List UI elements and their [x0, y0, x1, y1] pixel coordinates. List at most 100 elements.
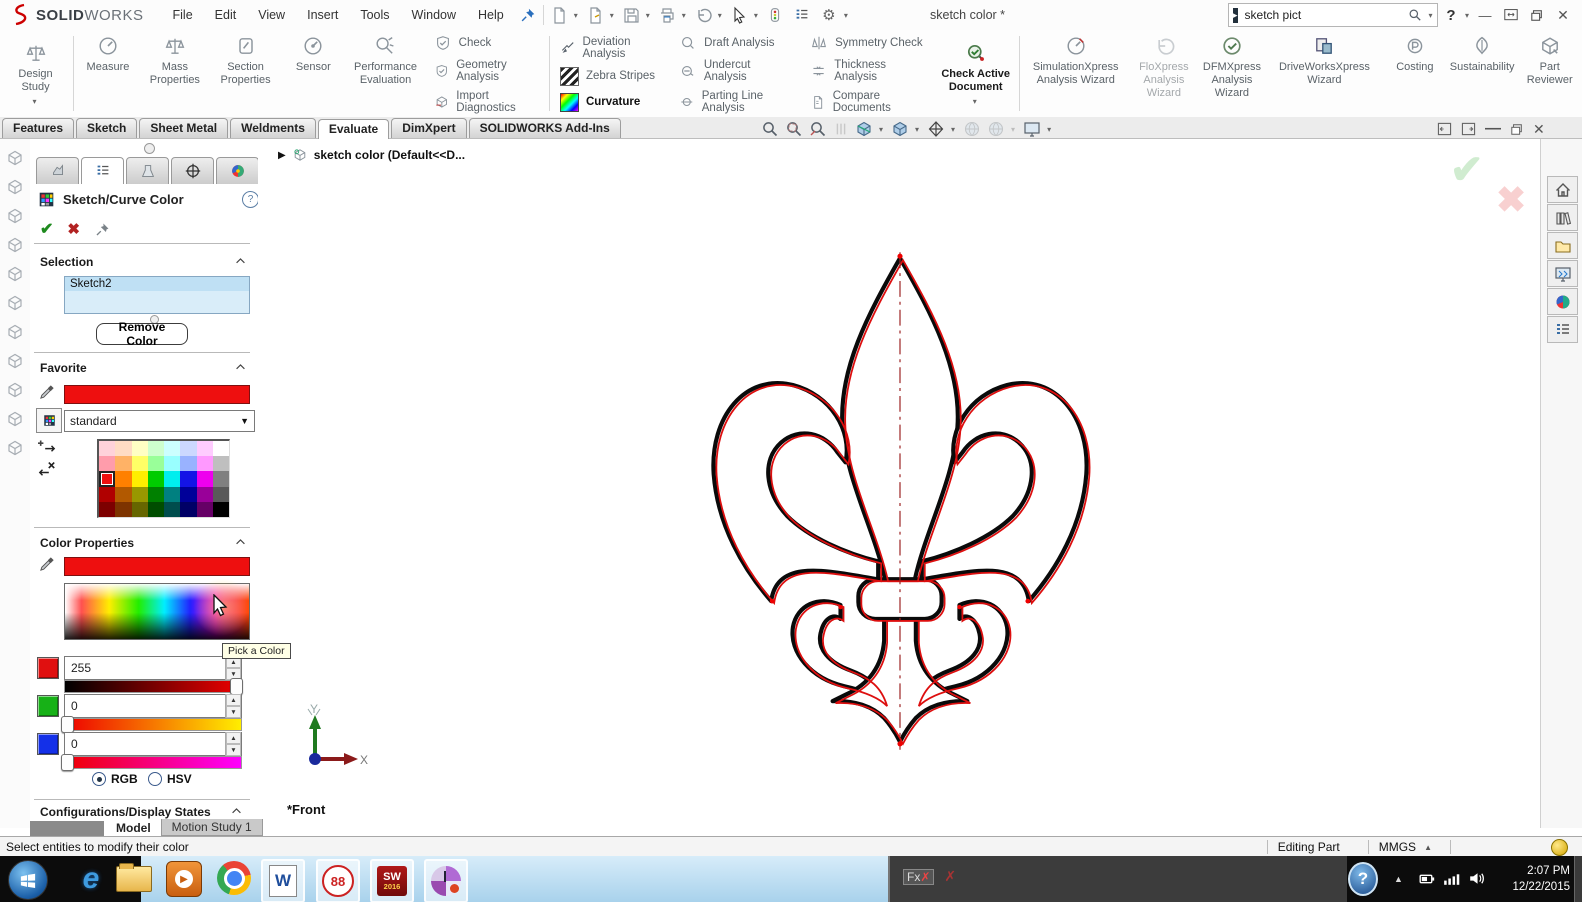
palette-swatch[interactable]: [99, 471, 116, 487]
palette-swatch[interactable]: [147, 441, 164, 457]
palette-swatch[interactable]: [164, 441, 181, 457]
view-orientation-caret-icon[interactable]: ▾: [879, 125, 883, 134]
red-value-input[interactable]: 255 ▲ ▼: [64, 656, 242, 680]
red-value[interactable]: 255: [65, 661, 91, 675]
flyout-expand-icon[interactable]: ▶: [278, 150, 286, 161]
tab-evaluate[interactable]: Evaluate: [317, 119, 390, 139]
tab-dimxpert[interactable]: DimXpert: [391, 118, 467, 138]
show-desktop-button[interactable]: [1574, 856, 1582, 902]
palette-swatch[interactable]: [147, 471, 164, 487]
units-label[interactable]: MMGS: [1379, 840, 1416, 854]
palette-swatch[interactable]: [147, 456, 164, 472]
help-caret-icon[interactable]: ▾: [1465, 11, 1469, 20]
menu-file[interactable]: File: [162, 0, 204, 30]
configurations-header[interactable]: Configurations/Display States: [40, 805, 211, 819]
panel-collapse-handle[interactable]: [144, 143, 155, 154]
dock-tool-icon[interactable]: [5, 148, 25, 168]
hide-show-caret-icon[interactable]: ▾: [951, 125, 955, 134]
doc-close-icon[interactable]: ✕: [1533, 121, 1545, 138]
red-spinner[interactable]: ▲ ▼: [225, 656, 241, 680]
options-caret-icon[interactable]: ▾: [844, 11, 848, 20]
menu-help[interactable]: Help: [467, 0, 515, 30]
favorite-collapse-icon[interactable]: [234, 361, 247, 374]
search-scope-icon[interactable]: ▸: [1233, 7, 1238, 23]
color-properties-collapse-icon[interactable]: [234, 536, 247, 549]
feature-tree-flyout[interactable]: ▶ sketch color (Default<<D...: [278, 147, 465, 163]
red-tool-tray-icon[interactable]: ✗: [944, 868, 956, 885]
green-spin-down-icon[interactable]: ▼: [226, 706, 241, 718]
favorite-eyedropper-icon[interactable]: [38, 382, 57, 401]
check-button[interactable]: Check: [434, 34, 539, 52]
favorite-dropdown-caret-icon[interactable]: ▼: [235, 416, 254, 426]
selection-item[interactable]: Sketch2: [65, 277, 249, 291]
blue-slider[interactable]: [64, 756, 242, 769]
blue-spin-up-icon[interactable]: ▲: [226, 732, 241, 744]
color-clock-app-icon[interactable]: [424, 859, 468, 902]
palette-swatch[interactable]: [196, 486, 213, 502]
green-spin-up-icon[interactable]: ▲: [226, 694, 241, 706]
dfmxpress-button[interactable]: DFMXpress Analysis Wizard: [1198, 30, 1266, 117]
palette-swatch[interactable]: [115, 501, 132, 517]
new-document-icon[interactable]: [546, 3, 572, 27]
doc-minimize-icon[interactable]: —: [1485, 120, 1501, 138]
green-value[interactable]: 0: [65, 699, 78, 713]
blue-value-input[interactable]: 0 ▲ ▼: [64, 732, 242, 756]
floxpress-button[interactable]: FloXpress Analysis Wizard: [1130, 30, 1198, 117]
pin-button[interactable]: [94, 221, 111, 238]
tab-features[interactable]: Features: [2, 118, 75, 138]
measure-button[interactable]: Measure: [76, 30, 140, 117]
green-value-input[interactable]: 0 ▲ ▼: [64, 694, 242, 718]
favorite-header[interactable]: Favorite: [40, 361, 87, 375]
blue-spin-down-icon[interactable]: ▼: [226, 744, 241, 756]
color-eyedropper-icon[interactable]: [38, 554, 57, 573]
dock-tool-icon[interactable]: [5, 206, 25, 226]
expand-panes-button[interactable]: [1498, 5, 1524, 25]
appearances-icon[interactable]: [1547, 288, 1578, 315]
view-orientation-icon[interactable]: [854, 119, 874, 139]
palette-swatch[interactable]: [196, 471, 213, 487]
compare-documents-button[interactable]: Compare Documents: [810, 90, 927, 114]
dock-tool-icon[interactable]: [5, 293, 25, 313]
start-button[interactable]: [8, 860, 48, 900]
search-caret-icon[interactable]: ▾: [1429, 11, 1433, 20]
apply-scene-caret-icon[interactable]: ▾: [1011, 125, 1015, 134]
menu-window[interactable]: Window: [401, 0, 467, 30]
save-icon[interactable]: [618, 3, 644, 27]
view-palette-icon[interactable]: [1547, 260, 1578, 287]
red-slider-thumb[interactable]: [230, 678, 243, 695]
palette-swatch[interactable]: [147, 486, 164, 502]
palette-swatch[interactable]: [180, 501, 197, 517]
clock[interactable]: 2:07 PM 12/22/2015: [1492, 864, 1570, 895]
performance-evaluation-button[interactable]: Performance Evaluation: [345, 30, 425, 117]
palette-swatch[interactable]: [131, 486, 148, 502]
selection-listbox[interactable]: Sketch2: [64, 276, 250, 314]
rgb-radio-icon[interactable]: [92, 772, 106, 786]
green-slider-thumb[interactable]: [61, 716, 74, 733]
tab-weldments[interactable]: Weldments: [230, 118, 316, 138]
confirmation-accept-icon[interactable]: ✔: [1450, 147, 1484, 193]
green-spinner[interactable]: ▲ ▼: [225, 694, 241, 718]
doc-restore-icon[interactable]: [1510, 123, 1524, 136]
palette-swatch[interactable]: [115, 471, 132, 487]
collapse-left-pane-icon[interactable]: [1437, 122, 1452, 136]
palette-swatch[interactable]: [164, 456, 181, 472]
geometry-analysis-button[interactable]: Geometry Analysis: [434, 59, 539, 83]
palette-swatch[interactable]: [99, 486, 116, 502]
panel-help-icon[interactable]: ?: [242, 191, 259, 208]
previous-view-icon[interactable]: [808, 119, 828, 139]
red-slider[interactable]: [64, 680, 242, 693]
word-icon[interactable]: W: [261, 859, 305, 902]
palette-swatch[interactable]: [115, 441, 132, 457]
featuremanager-tree-tab[interactable]: [36, 157, 79, 184]
import-diagnostics-button[interactable]: Import Diagnostics: [434, 90, 539, 114]
select-cursor-icon[interactable]: [726, 3, 752, 27]
hide-show-items-icon[interactable]: [926, 119, 946, 139]
search-box[interactable]: ▸ ▾: [1228, 3, 1438, 27]
palette-swatch[interactable]: [115, 456, 132, 472]
battery-icon[interactable]: [1416, 868, 1437, 889]
save-caret-icon[interactable]: ▾: [646, 11, 650, 20]
zoom-to-area-icon[interactable]: [784, 119, 804, 139]
media-app-icon[interactable]: ▶: [166, 861, 202, 897]
open-caret-icon[interactable]: ▾: [610, 11, 614, 20]
tab-sheet-metal[interactable]: Sheet Metal: [139, 118, 229, 138]
